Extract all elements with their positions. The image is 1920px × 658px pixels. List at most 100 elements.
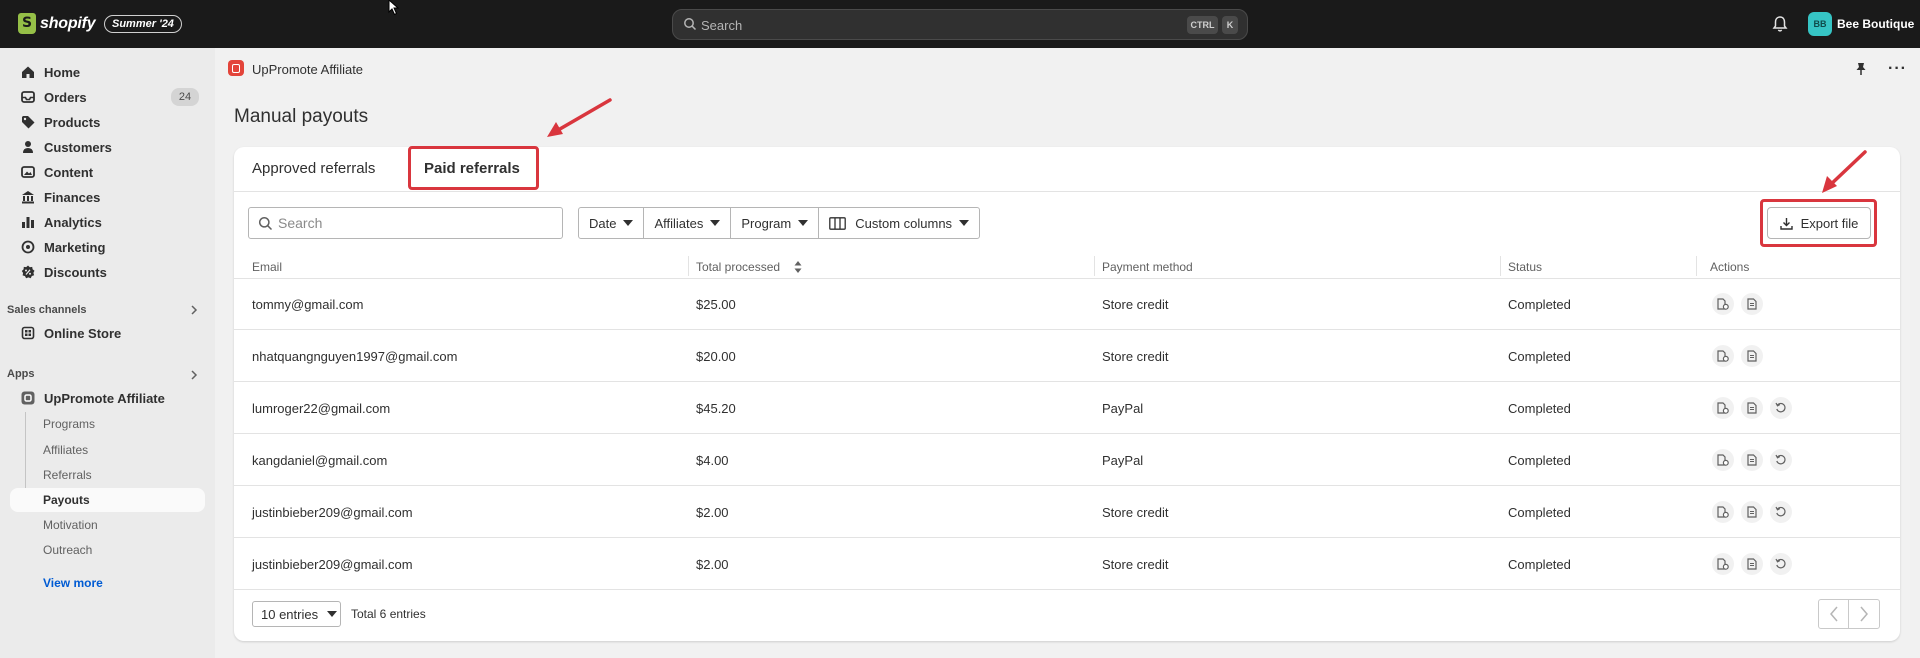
edition-badge[interactable]: Summer '24 — [104, 15, 182, 33]
top-bar: shopify Summer '24 Search CTRL K BB Bee … — [0, 0, 1920, 48]
caret-down-icon — [710, 220, 721, 226]
cell-status: Completed — [1508, 349, 1571, 364]
tab-approved-referrals[interactable]: Approved referrals — [252, 160, 375, 177]
sidebar-sub-item-affiliates[interactable]: Affiliates — [10, 438, 205, 462]
mouse-cursor-icon — [388, 0, 400, 16]
sidebar-item-content[interactable]: Content — [10, 160, 205, 184]
invoice-icon[interactable] — [1712, 293, 1734, 315]
cell-payment-method: Store credit — [1102, 557, 1169, 572]
page-title: Manual payouts — [234, 106, 369, 127]
undo-icon[interactable] — [1770, 397, 1792, 419]
sidebar-sub-item-payouts[interactable]: Payouts — [10, 488, 205, 512]
document-icon[interactable] — [1741, 501, 1763, 523]
sidebar-item-customers[interactable]: Customers — [10, 135, 205, 159]
invoice-icon[interactable] — [1712, 553, 1734, 575]
sidebar-item-orders[interactable]: Orders 24 — [10, 85, 205, 109]
sidebar-sub-item-outreach[interactable]: Outreach — [10, 538, 205, 562]
column-header-actions: Actions — [1710, 260, 1750, 274]
cell-email: justinbieber209@gmail.com — [252, 557, 413, 572]
chevron-right-icon — [1860, 606, 1868, 622]
chevron-right-icon[interactable] — [190, 370, 198, 380]
filter-program[interactable]: Program — [731, 208, 820, 238]
bell-icon[interactable] — [1772, 15, 1788, 33]
sidebar-item-products[interactable]: Products — [10, 110, 205, 134]
document-icon[interactable] — [1741, 345, 1763, 367]
app-header: UpPromote Affiliate — [215, 48, 1920, 88]
invoice-icon[interactable] — [1712, 345, 1734, 367]
chevron-right-icon[interactable] — [190, 305, 198, 315]
pin-icon[interactable] — [1855, 62, 1867, 76]
table-row: justinbieber209@gmail.com $2.00 Store cr… — [234, 539, 1900, 590]
column-header-email: Email — [252, 260, 283, 274]
sidebar-item-label: UpPromote Affiliate — [44, 390, 165, 406]
filter-custom-columns[interactable]: Custom columns — [819, 208, 979, 238]
invoice-icon[interactable] — [1712, 449, 1734, 471]
invoice-icon[interactable] — [1712, 397, 1734, 419]
app-title: UpPromote Affiliate — [252, 62, 364, 77]
sidebar-item-label: Products — [44, 114, 101, 130]
logo-text: shopify — [40, 14, 96, 32]
target-icon — [18, 237, 38, 257]
undo-icon[interactable] — [1770, 553, 1792, 575]
filter-affiliates[interactable]: Affiliates — [644, 208, 732, 238]
document-icon[interactable] — [1741, 397, 1763, 419]
highlight-box-paid-referrals — [408, 146, 539, 190]
table-row: nhatquangnguyen1997@gmail.com $20.00 Sto… — [234, 331, 1900, 382]
sidebar-sub-item-motivation[interactable]: Motivation — [10, 513, 205, 537]
column-separator — [1094, 256, 1095, 276]
cell-total: $45.20 — [696, 401, 736, 416]
caret-down-icon — [798, 220, 809, 226]
sidebar-sub-item-programs[interactable]: Programs — [10, 412, 205, 436]
search-input[interactable] — [278, 212, 548, 234]
home-icon — [18, 62, 38, 82]
undo-icon[interactable] — [1770, 449, 1792, 471]
global-search[interactable]: Search CTRL K — [672, 9, 1248, 40]
invoice-icon[interactable] — [1712, 501, 1734, 523]
sidebar-item-marketing[interactable]: Marketing — [10, 235, 205, 259]
sidebar-item-home[interactable]: Home — [10, 60, 205, 84]
view-more-link[interactable]: View more — [43, 576, 103, 590]
previous-page-button[interactable] — [1819, 600, 1850, 628]
more-options-icon[interactable]: ··· — [1888, 60, 1907, 78]
cell-email: lumroger22@gmail.com — [252, 401, 391, 416]
cell-payment-method: PayPal — [1102, 453, 1144, 468]
entries-per-page-select[interactable]: 10 entries — [252, 601, 341, 627]
cell-total: $25.00 — [696, 297, 736, 312]
sort-icon[interactable] — [794, 261, 802, 273]
sidebar-item-label: Home — [44, 64, 81, 80]
sub-item-label: Payouts — [43, 493, 90, 507]
sidebar-sub-item-referrals[interactable]: Referrals — [10, 463, 205, 487]
sidebar-item-analytics[interactable]: Analytics — [10, 210, 205, 234]
cell-status: Completed — [1508, 557, 1571, 572]
image-icon — [18, 162, 38, 182]
apps-title: Apps — [7, 368, 35, 380]
column-header-total[interactable]: Total processed — [696, 260, 780, 274]
filter-label: Custom columns — [855, 215, 953, 231]
table-header: Email Total processed Payment method Sta… — [234, 253, 1900, 279]
caret-down-icon — [623, 220, 634, 226]
store-name[interactable]: Bee Boutique — [1837, 17, 1914, 31]
column-separator — [688, 256, 689, 276]
undo-icon[interactable] — [1770, 501, 1792, 523]
sidebar-item-uppromote[interactable]: UpPromote Affiliate — [10, 386, 205, 410]
shopify-logo[interactable]: shopify — [18, 13, 96, 34]
sidebar-item-label: Discounts — [44, 264, 107, 280]
referral-search[interactable] — [248, 207, 563, 239]
document-icon[interactable] — [1741, 449, 1763, 471]
cell-total: $2.00 — [696, 505, 729, 520]
sidebar-item-label: Content — [44, 164, 94, 180]
table-row: tommy@gmail.com $25.00 Store credit Comp… — [234, 279, 1900, 330]
total-entries-text: Total 6 entries — [351, 607, 426, 621]
row-actions — [1712, 397, 1799, 419]
next-page-button[interactable] — [1849, 600, 1879, 628]
filter-date[interactable]: Date — [579, 208, 645, 238]
document-icon[interactable] — [1741, 293, 1763, 315]
avatar[interactable]: BB — [1808, 12, 1832, 36]
sidebar-item-finances[interactable]: Finances — [10, 185, 205, 209]
sidebar-item-discounts[interactable]: Discounts — [10, 260, 205, 284]
cell-payment-method: Store credit — [1102, 349, 1169, 364]
sidebar-item-online-store[interactable]: Online Store — [10, 321, 205, 345]
document-icon[interactable] — [1741, 553, 1763, 575]
inbox-icon — [18, 87, 38, 107]
cell-email: tommy@gmail.com — [252, 297, 364, 312]
